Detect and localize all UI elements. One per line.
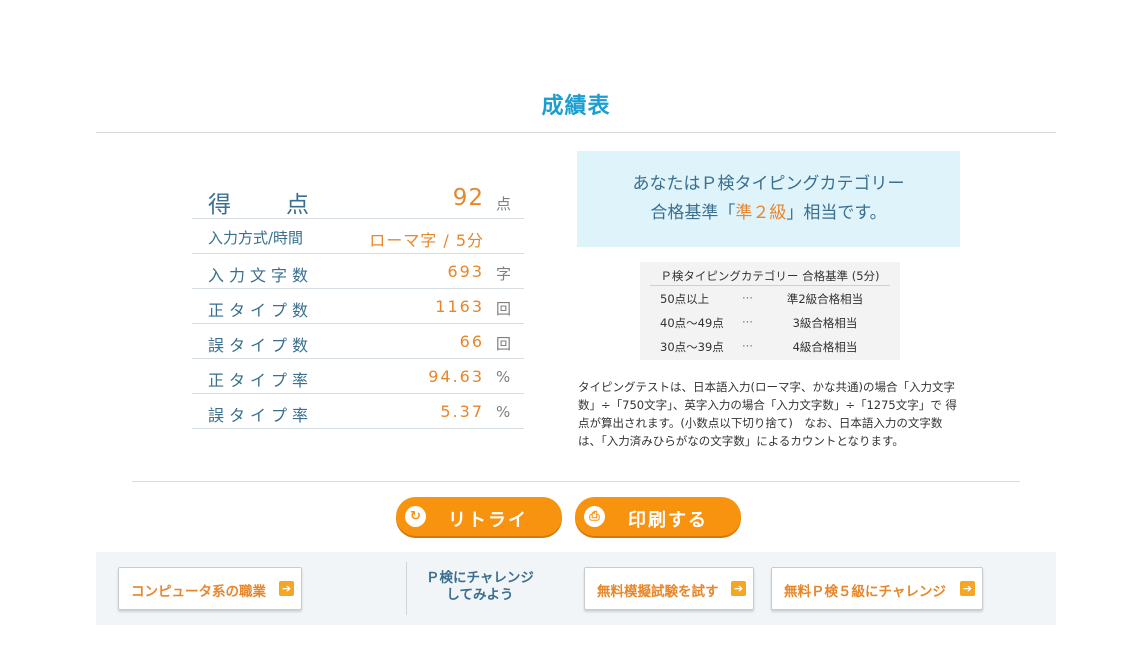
score-row-unit: % [496,368,511,386]
score-row-unit: % [496,403,511,421]
score-row-label: 正タイプ数 [208,301,314,320]
score-table: 得点 92 点 入力方式/時間 ローマ字 / 5分 入力文字数 693 字 正タ… [192,182,524,429]
arrow-right-icon: ➔ [731,581,746,596]
score-total-value: 92 [452,185,484,211]
score-total-unit: 点 [496,195,512,213]
printer-icon: ⎙ [584,506,605,527]
arrow-right-icon: ➔ [279,581,294,596]
method-value: ローマ字 / 5分 [369,231,484,250]
scoring-note: タイピングテストは、日本語入力(ローマ字、かな共通)の場合「入力文字 数」÷「7… [578,380,957,448]
score-row-value: 66 [459,332,484,351]
score-row-value: 693 [447,262,484,281]
arrow-right-icon: ➔ [960,581,975,596]
criteria-header: Ｐ検タイピングカテゴリー 合格基準 (5分) [650,266,890,286]
score-row: 誤タイプ率 5.37 % [192,394,524,429]
score-row-unit: 字 [496,265,512,283]
score-row-label: 入力文字数 [208,266,314,285]
score-row-value: 94.63 [428,367,484,386]
grade5-challenge-button[interactable]: 無料Ｐ検５級にチャレンジ ➔ [771,567,983,610]
score-row: 入力文字数 693 字 [192,254,524,289]
print-button[interactable]: ⎙ 印刷する [575,497,741,536]
score-total-label: 得点 [208,192,309,218]
challenge-text: Ｐ検にチャレンジ してみよう [426,570,534,603]
criteria-row: 40点～49点 ··· 3級合格相当 [660,315,858,330]
score-row: 正タイプ数 1163 回 [192,289,524,324]
divider-top [96,132,1056,133]
score-row: 正タイプ率 94.63 % [192,359,524,394]
retry-button[interactable]: ↻ リトライ [396,497,562,536]
score-row-value: 5.37 [440,402,484,421]
score-row-label: 誤タイプ率 [208,406,314,425]
score-row: 誤タイプ数 66 回 [192,324,524,359]
retry-icon: ↻ [405,506,426,527]
computer-jobs-button[interactable]: コンピュータ系の職業 ➔ [118,567,302,610]
footer-divider [406,562,407,615]
method-label: 入力方式/時間 [208,229,304,247]
criteria-row: 50点以上 ··· 準2級合格相当 [660,291,864,306]
score-row-total: 得点 92 点 [192,182,524,219]
result-grade: 準２級 [735,203,787,223]
mock-exam-button[interactable]: 無料模擬試験を試す ➔ [584,567,754,610]
footer-bar: コンピュータ系の職業 ➔ Ｐ検にチャレンジ してみよう 無料模擬試験を試す ➔ … [96,552,1056,625]
result-message-box: あなたはＰ検タイピングカテゴリー 合格基準「準２級」相当です。 [577,151,960,247]
score-row-unit: 回 [496,335,512,353]
score-row-unit: 回 [496,300,512,318]
criteria-table: Ｐ検タイピングカテゴリー 合格基準 (5分) 50点以上 ··· 準2級合格相当… [640,262,900,360]
result-line1: あなたはＰ検タイピングカテゴリー [632,174,905,194]
score-row-value: 1163 [435,297,484,316]
score-row-label: 正タイプ率 [208,371,314,390]
score-row-method: 入力方式/時間 ローマ字 / 5分 [192,219,524,254]
page-title: 成績表 [541,94,611,119]
divider-middle [132,481,1020,482]
criteria-row: 30点～39点 ··· 4級合格相当 [660,339,858,354]
score-row-label: 誤タイプ数 [208,336,314,355]
result-line2: 合格基準「準２級」相当です。 [650,203,887,223]
